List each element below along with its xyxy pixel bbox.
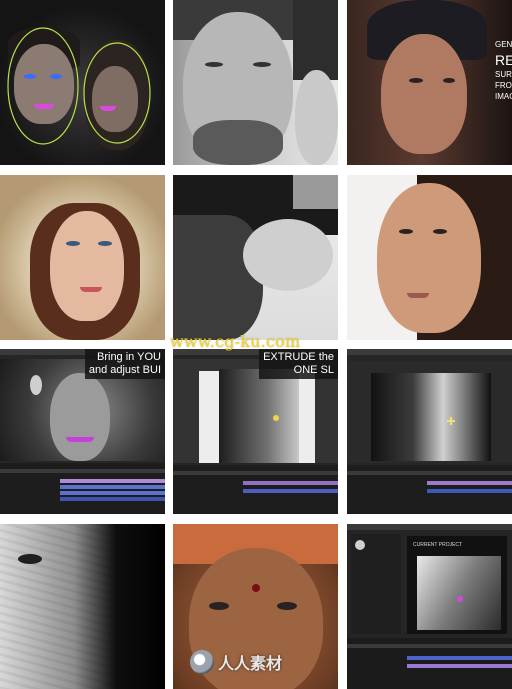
timeline-panel (347, 638, 512, 689)
viewer-panel (347, 361, 512, 463)
tile-woman-profile (347, 175, 512, 340)
project-label: CURRENT PROJECT (413, 542, 463, 548)
caption-overlay: EXTRUDE the ONE SL (259, 349, 338, 379)
tile-app-current-project: CURRENT PROJECT (347, 524, 512, 689)
tile-app-extrude: EXTRUDE the ONE SL (173, 349, 338, 514)
project-panel (351, 534, 401, 634)
caption-line-2: ONE SL (293, 364, 334, 376)
tile-app-lighting (347, 349, 512, 514)
photo-woman-lying (173, 175, 338, 340)
photo-woman-profile (347, 175, 512, 340)
photo-man-beanie (347, 0, 512, 165)
photo-old-man-closeup (0, 524, 165, 689)
timeline-panel (173, 465, 338, 514)
promo-line-1: GEN (495, 40, 512, 49)
photo-couple-bw (173, 0, 338, 165)
bindi-dot (252, 584, 260, 592)
caption-line-2: and adjust BUI (88, 364, 161, 376)
crosshair-icon (447, 417, 455, 425)
tile-app-bring-in: Bring in YOU and adjust BUI (0, 349, 165, 514)
brand-watermark-text: 人人素材 (218, 654, 283, 673)
timeline-panel (347, 465, 512, 514)
promo-line-4: FROM (495, 81, 512, 90)
tile-mask-tracing (0, 0, 165, 165)
brand-watermark: 人人素材 (190, 650, 282, 674)
site-watermark: www.cg-ku.com (170, 332, 301, 351)
logo-mark-icon (190, 650, 214, 674)
tile-couple-bw (173, 0, 338, 165)
caption-overlay: Bring in YOU and adjust BUI (84, 349, 165, 379)
mask-point (457, 596, 463, 602)
extruded-face-layer (219, 369, 299, 463)
anchor-point (273, 415, 279, 421)
tile-old-man-closeup (0, 524, 165, 689)
promo-line-5: IMAG (495, 92, 512, 101)
lit-face-layer (371, 373, 491, 461)
photo-woman-fur-hood (0, 175, 165, 340)
timeline-panel (0, 463, 165, 514)
caption-line-1: EXTRUDE the (263, 351, 334, 363)
couple-photo-layer (417, 556, 501, 630)
tile-woman-lying (173, 175, 338, 340)
tile-woman-fur-hood (0, 175, 165, 340)
viewer-panel: CURRENT PROJECT (407, 536, 507, 634)
promo-line-2: REA (495, 52, 512, 68)
promo-line-3: SURF (495, 70, 512, 79)
preview-thumbnail (30, 375, 42, 395)
app-menu-bar (347, 349, 512, 355)
mask-outline-paths (7, 27, 151, 145)
app-menu-bar (347, 524, 512, 530)
caption-line-1: Bring in YOU (97, 351, 161, 363)
tile-man-beanie: GEN REA SURF FROM IMAG (347, 0, 512, 165)
